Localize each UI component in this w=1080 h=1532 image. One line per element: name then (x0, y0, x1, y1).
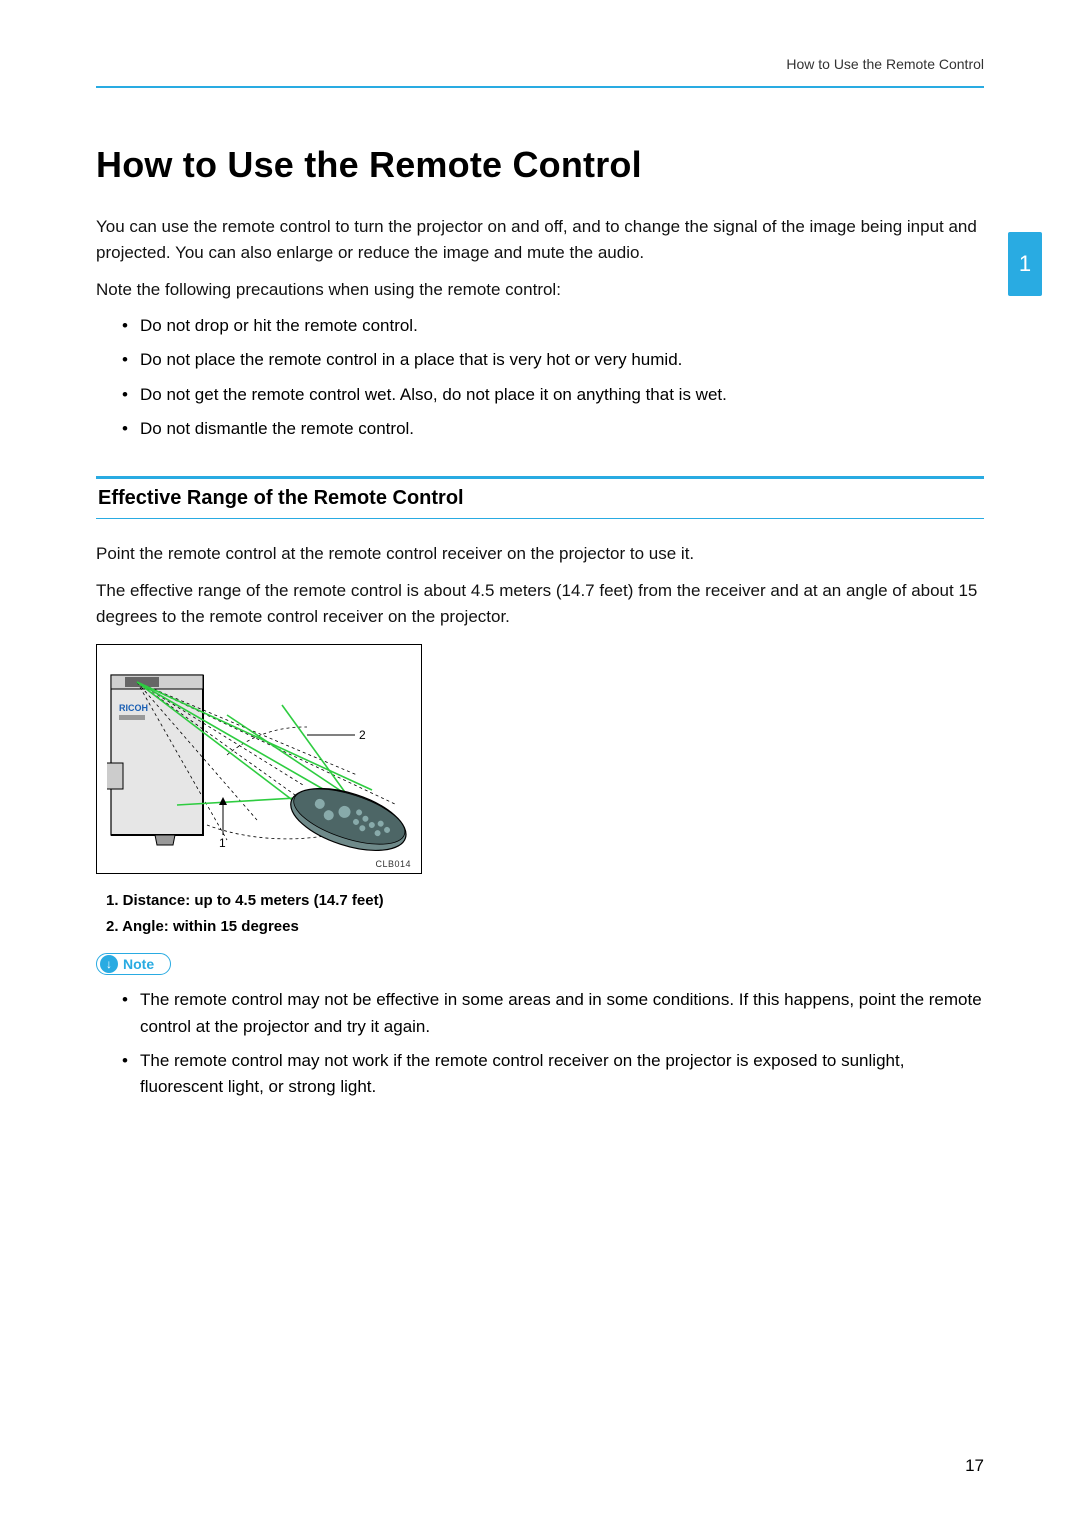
intro-paragraph-2: Note the following precautions when usin… (96, 277, 984, 303)
svg-text:2: 2 (359, 728, 366, 742)
figure-legend: 1. Distance: up to 4.5 meters (14.7 feet… (96, 888, 984, 939)
figure-remote-range: RICOH (96, 644, 422, 874)
list-item: Do not drop or hit the remote control. (126, 313, 984, 339)
note-badge: ↓ Note (96, 953, 171, 975)
precautions-list: Do not drop or hit the remote control. D… (96, 313, 984, 442)
chapter-tab: 1 (1008, 232, 1042, 296)
list-item: The remote control may not be effective … (126, 987, 984, 1040)
page-number: 17 (965, 1456, 984, 1476)
figure-svg: RICOH (107, 655, 407, 855)
section-paragraph-2: The effective range of the remote contro… (96, 578, 984, 631)
note-list: The remote control may not be effective … (96, 987, 984, 1100)
list-item: Do not dismantle the remote control. (126, 416, 984, 442)
section-heading-bar: Effective Range of the Remote Control (96, 476, 984, 519)
legend-item: 1. Distance: up to 4.5 meters (14.7 feet… (106, 888, 984, 914)
header-rule (96, 86, 984, 88)
page-title: How to Use the Remote Control (96, 144, 984, 186)
section-paragraph-1: Point the remote control at the remote c… (96, 541, 984, 567)
svg-text:RICOH: RICOH (119, 703, 148, 713)
svg-text:1: 1 (219, 836, 226, 850)
list-item: The remote control may not work if the r… (126, 1048, 984, 1101)
section-heading: Effective Range of the Remote Control (96, 479, 984, 518)
running-head: How to Use the Remote Control (96, 56, 984, 72)
list-item: Do not place the remote control in a pla… (126, 347, 984, 373)
intro-paragraph-1: You can use the remote control to turn t… (96, 214, 984, 267)
legend-item: 2. Angle: within 15 degrees (106, 914, 984, 940)
note-label: Note (123, 956, 154, 972)
list-item: Do not get the remote control wet. Also,… (126, 382, 984, 408)
arrow-down-icon: ↓ (100, 955, 118, 973)
figure-code: CLB014 (107, 859, 411, 869)
